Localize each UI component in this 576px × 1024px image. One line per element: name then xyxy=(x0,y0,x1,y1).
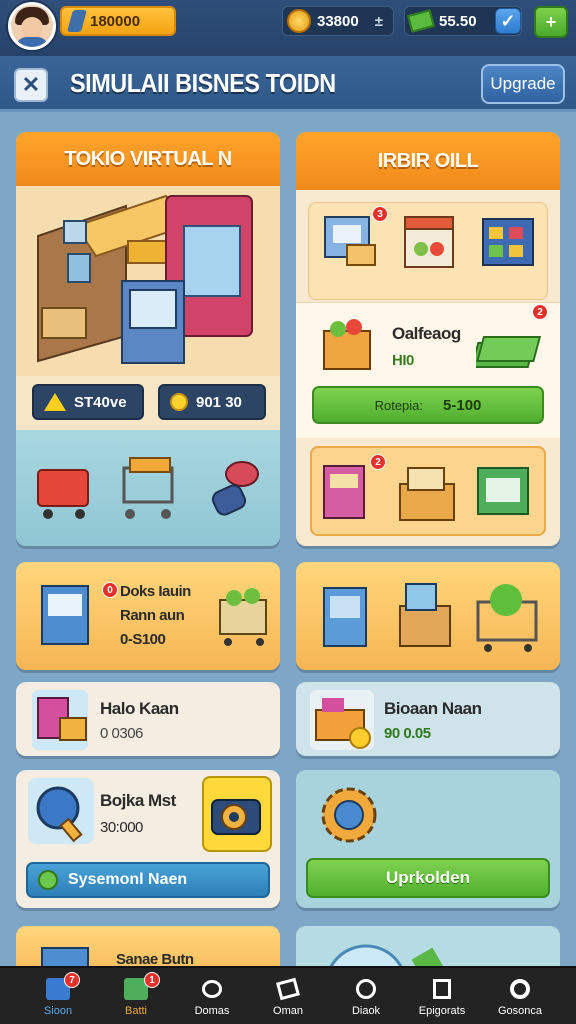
item-badge: 2 xyxy=(370,454,386,470)
tab-oman[interactable]: Oman xyxy=(252,968,324,1024)
basket-icon xyxy=(310,690,374,750)
grocery-basket-illustration xyxy=(323,319,371,370)
book-icon xyxy=(41,585,89,645)
cash-balance-value: 55.50 xyxy=(439,12,477,30)
box-icon xyxy=(276,977,300,1000)
settings-icon xyxy=(508,978,532,1000)
card-badge: 0 xyxy=(102,582,118,598)
shop-illustration xyxy=(16,186,280,376)
tab-label: Batti xyxy=(124,1004,147,1017)
warning-icon xyxy=(44,393,66,411)
card-line-1: Doks Iauin xyxy=(120,583,191,600)
card-halo-kaan[interactable]: Halo Kaan 0 0306 xyxy=(16,682,280,756)
bar-button-label: Sysemonl Naen xyxy=(68,871,188,888)
exchange-icon: ± xyxy=(374,12,383,30)
card-toko-title: TOKIO VIRTUAL N xyxy=(16,132,280,186)
card-toko-coin-label: 901 30 xyxy=(196,393,242,411)
coin-icon xyxy=(287,9,311,33)
item-name: Oalfeaog xyxy=(392,324,461,343)
card-toko-coin-button[interactable]: 901 30 xyxy=(158,384,266,420)
tools-icon[interactable]: ✕ xyxy=(14,68,48,102)
tab-label: Gosonca xyxy=(497,1004,543,1017)
plus-icon: + xyxy=(545,11,557,32)
card-bioaan-naan[interactable]: Bioaan Naan 90 0.05 xyxy=(296,682,560,756)
check-icon: ✓ xyxy=(500,10,516,31)
card-value: 90 0.05 xyxy=(384,725,431,742)
shop-items-illustration xyxy=(323,465,529,521)
page-title: SIMULAII BISNES TOIDN xyxy=(70,68,336,98)
kiosk-icon xyxy=(32,690,88,750)
card-irbir-top-panel xyxy=(308,202,548,300)
cash-icon xyxy=(407,9,435,33)
tab-diaok[interactable]: Diaok xyxy=(330,968,402,1024)
card-irbir-bottom-panel xyxy=(310,446,546,536)
card-line-3: 0-S100 xyxy=(120,631,166,648)
card-toko-stat-button[interactable]: ST40ve xyxy=(32,384,144,420)
clock-icon xyxy=(354,978,378,1000)
card-value: 30:000 xyxy=(100,819,143,836)
confirm-button[interactable]: ✓ xyxy=(495,8,521,34)
pencil-icon xyxy=(67,10,87,32)
cart-icon xyxy=(219,588,267,646)
tab-batti[interactable]: Batti 1 xyxy=(100,968,172,1024)
tab-label: Epigorats xyxy=(418,1004,466,1017)
coin-icon xyxy=(170,393,188,411)
item-badge: 2 xyxy=(532,304,548,320)
card-bojka-mst[interactable]: Bojka Mst 30:000 Sysemonl Naen xyxy=(16,770,280,908)
green-button-label: Rotepia: xyxy=(374,397,424,413)
tab-label: Diaok xyxy=(351,1004,381,1017)
coin-balance[interactable]: 33800 ± xyxy=(282,6,394,36)
gear-icon xyxy=(321,787,377,843)
top-bar: 180000 33800 ± 55.50 ✓ + xyxy=(0,0,576,56)
tab-label: Oman xyxy=(273,1004,303,1017)
card-toko-virtual[interactable]: TOKIO VIRTUAL N ST40ve 901 30 xyxy=(16,132,280,546)
tab-badge: 1 xyxy=(144,972,160,988)
items-illustration xyxy=(323,583,538,652)
green-button-value: 5-100 xyxy=(443,396,482,414)
tab-epigorats[interactable]: Epigorats xyxy=(406,968,478,1024)
player-avatar[interactable] xyxy=(8,2,56,50)
tab-sioon[interactable]: Sioon 7 xyxy=(22,968,94,1024)
currency-primary-value: 180000 xyxy=(90,12,141,30)
item-badge: 3 xyxy=(372,206,388,222)
card-toko-item-strip xyxy=(16,430,280,546)
tab-badge: 7 xyxy=(64,972,80,988)
card-name: Bojka Mst xyxy=(100,791,176,810)
tab-label: Sioon xyxy=(43,1004,73,1017)
tab-gosonca[interactable]: Gosonca xyxy=(484,968,556,1024)
check-icon xyxy=(38,870,58,890)
tab-label: Domas xyxy=(194,1004,230,1017)
card-irbir-title: IRBIR OILL xyxy=(296,132,560,190)
item-value: HI0 xyxy=(392,352,414,369)
currency-pill-primary[interactable]: 180000 xyxy=(60,6,176,36)
tab-domas[interactable]: Domas xyxy=(176,968,248,1024)
card-doks-iauin[interactable]: 0 Doks Iauin Rann aun 0-S100 xyxy=(16,562,280,670)
chat-icon xyxy=(200,978,224,1000)
search-icon xyxy=(28,778,94,844)
card-bojka-bar-button[interactable]: Sysemonl Naen xyxy=(26,862,270,898)
card-name: Bioaan Naan xyxy=(384,699,482,718)
card-line-2: Rann aun xyxy=(120,607,185,624)
card-uprkolden[interactable]: Uprkolden xyxy=(296,770,560,908)
camera-icon xyxy=(211,799,261,835)
card-mid-right[interactable] xyxy=(296,562,560,670)
card-irbir-oill[interactable]: IRBIR OILL 3 Oalfeaog HI0 2 Rotepia: 5-1… xyxy=(296,132,560,546)
add-currency-button[interactable]: + xyxy=(534,6,568,38)
product-items-illustration xyxy=(324,216,534,268)
coin-balance-value: 33800 xyxy=(317,12,359,30)
upgrade-button[interactable]: Upgrade xyxy=(481,64,565,104)
cash-stack-icon xyxy=(476,336,542,368)
bottom-nav: Sioon 7 Batti 1 Domas Oman Diaok Epigora… xyxy=(0,966,576,1024)
camera-tile[interactable] xyxy=(202,776,272,852)
card-irbir-green-button[interactable]: Rotepia: 5-100 xyxy=(312,386,544,424)
card-name: Halo Kaan xyxy=(100,699,179,718)
upgrade-action-button[interactable]: Uprkolden xyxy=(306,858,550,898)
stats-icon xyxy=(430,978,454,1000)
card-toko-stat-label: ST40ve xyxy=(74,393,127,411)
cart-items-illustration xyxy=(37,457,259,519)
card-value: 0 0306 xyxy=(100,725,143,742)
